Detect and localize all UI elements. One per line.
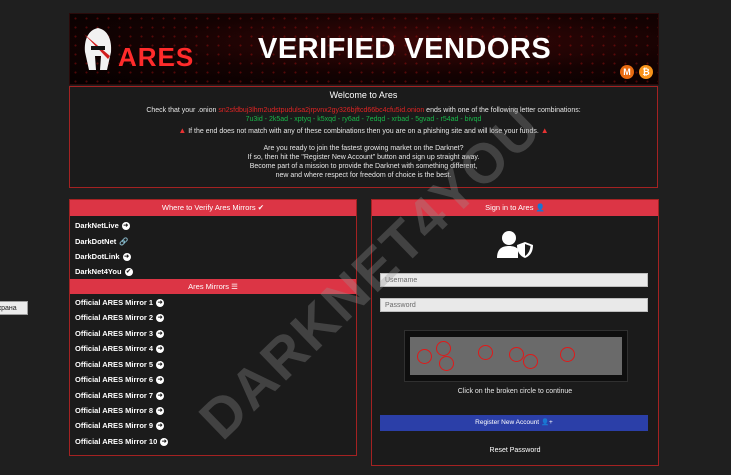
- mirror-link-9[interactable]: Official ARES Mirror 9 ➜: [75, 421, 165, 431]
- arrow-circle-right-icon: ➜: [156, 376, 165, 385]
- warning-icon: ▲: [178, 126, 187, 135]
- welcome-title: Welcome to Ares: [329, 90, 398, 100]
- mirror-label: Official ARES Mirror 3: [75, 329, 154, 338]
- combination-item: 2k5ad -: [268, 116, 295, 123]
- pitch-line-4: new and where respect for freedom of cho…: [275, 172, 452, 179]
- mirror-label: Official ARES Mirror 2: [75, 313, 154, 322]
- arrow-circle-right-icon: ➜: [156, 299, 165, 308]
- mirror-label: Official ARES Mirror 7: [75, 391, 154, 400]
- mirror-label: Official ARES Mirror 5: [75, 360, 154, 369]
- captcha-circle[interactable]: [417, 349, 432, 364]
- pitch-line-3: Become part of a mission to provide the …: [249, 163, 478, 170]
- mirror-link-10[interactable]: Official ARES Mirror 10 ➜: [75, 437, 169, 447]
- password-input[interactable]: Password: [380, 298, 648, 312]
- mirror-link-2[interactable]: Official ARES Mirror 2 ➜: [75, 313, 165, 323]
- mirror-label: Official ARES Mirror 9: [75, 421, 154, 430]
- captcha-circle[interactable]: [478, 345, 493, 360]
- mirror-link-4[interactable]: Official ARES Mirror 4 ➜: [75, 344, 165, 354]
- mirror-link-6[interactable]: Official ARES Mirror 6 ➜: [75, 375, 165, 385]
- arrow-circle-right-icon: ➜: [156, 422, 165, 431]
- check-circle-icon: ✔: [257, 203, 265, 212]
- arrow-circle-right-icon: ➜: [156, 330, 165, 339]
- combination-item: ry6ad -: [342, 116, 366, 123]
- arrow-circle-right-icon: ➜: [156, 407, 165, 416]
- signin-header-label: Sign in to Ares: [485, 203, 534, 212]
- welcome-box: Welcome to Ares Check that your .onion s…: [69, 86, 658, 188]
- captcha-circle[interactable]: [509, 347, 524, 362]
- onion-check-line: Check that your .onion sn2sfdbuj3lhm2uds…: [70, 106, 657, 115]
- combination-item: k5xqd -: [317, 116, 343, 123]
- captcha-image[interactable]: [410, 337, 622, 375]
- arrow-circle-right-icon: ➜: [121, 222, 130, 231]
- verify-link-darknet4you[interactable]: DarkNet4You ✔: [75, 267, 133, 277]
- mirror-label: Official ARES Mirror 4: [75, 344, 154, 353]
- mirror-link-7[interactable]: Official ARES Mirror 7 ➜: [75, 391, 165, 401]
- mirror-link-8[interactable]: Official ARES Mirror 8 ➜: [75, 406, 165, 416]
- combination-item: xptyq -: [294, 116, 318, 123]
- verify-link-label: DarkDotNet: [75, 237, 117, 246]
- reset-password-link[interactable]: Reset Password: [372, 447, 658, 454]
- combination-item: 5gvad -: [415, 116, 441, 123]
- combination-item: 7edqd -: [365, 116, 392, 123]
- register-button[interactable]: Register New Account 👤+: [380, 415, 648, 431]
- verify-link-darkdotlink[interactable]: DarkDotLink ➜: [75, 252, 131, 262]
- arrow-circle-right-icon: ➜: [156, 314, 165, 323]
- verify-link-label: DarkNet4You: [75, 267, 122, 276]
- mirror-link-3[interactable]: Official ARES Mirror 3 ➜: [75, 329, 165, 339]
- logo-text: ARES: [118, 42, 195, 72]
- mirror-label: Official ARES Mirror 1: [75, 298, 154, 307]
- verify-link-darkdotnet[interactable]: DarkDotNet 🔗: [75, 237, 129, 246]
- arrow-circle-right-icon: ➜: [122, 253, 131, 262]
- verify-link-label: DarkDotLink: [75, 252, 120, 261]
- user-plus-icon: 👤+: [540, 419, 553, 426]
- site-banner: ARES VERIFIED VENDORS M ₿: [69, 13, 659, 85]
- check-circle-icon: ✔: [124, 268, 133, 277]
- verify-header-label: Where to Verify Ares Mirrors: [161, 203, 256, 212]
- arrow-circle-right-icon: ➜: [156, 392, 165, 401]
- bitcoin-icon: ₿: [639, 65, 653, 79]
- register-label: Register New Account: [475, 419, 540, 426]
- user-shield-icon: [497, 231, 533, 258]
- page-title: VERIFIED VENDORS: [258, 33, 552, 65]
- spartan-helmet-icon: [84, 28, 112, 70]
- pitch-line-2: If so, then hit the "Register New Accoun…: [247, 154, 480, 161]
- captcha-circle[interactable]: [523, 354, 538, 369]
- captcha-box: [404, 330, 628, 382]
- verify-link-darknetlive[interactable]: DarkNetLive ➜: [75, 221, 130, 231]
- pitch-line-1: Are you ready to join the fastest growin…: [263, 145, 464, 152]
- mirror-link-5[interactable]: Official ARES Mirror 5 ➜: [75, 360, 165, 370]
- combination-item: 7u3id -: [245, 116, 269, 123]
- arrow-circle-right-icon: ➜: [160, 438, 169, 447]
- phishing-warning: ▲ If the end does not match with any of …: [70, 126, 657, 136]
- mirror-link-1[interactable]: Official ARES Mirror 1 ➜: [75, 298, 165, 308]
- captcha-circle[interactable]: [439, 356, 454, 371]
- captcha-circle[interactable]: [560, 347, 575, 362]
- mirror-label: Official ARES Mirror 8: [75, 406, 154, 415]
- arrow-circle-right-icon: ➜: [156, 345, 165, 354]
- arrow-circle-right-icon: ➜: [156, 361, 165, 370]
- captcha-circle[interactable]: [436, 341, 451, 356]
- verify-link-label: DarkNetLive: [75, 221, 119, 230]
- list-icon: ☰: [231, 282, 238, 291]
- mirrors-header-label: Ares Mirrors: [188, 282, 229, 291]
- link-icon: 🔗: [119, 237, 129, 246]
- onion-address: sn2sfdbuj3lhm2udstpudulsa2jrpvnx2gy326bj…: [218, 107, 425, 114]
- check-prefix: Check that your .onion: [146, 107, 217, 114]
- username-input[interactable]: Username: [380, 273, 648, 287]
- combination-list: 7u3id - 2k5ad - xptyq - k5xqd - ry6ad - …: [70, 115, 657, 124]
- verify-header: Where to Verify Ares Mirrors ✔: [70, 200, 356, 216]
- combination-item: r54ad -: [440, 116, 465, 123]
- user-shield-icon: 👤: [535, 203, 545, 212]
- captcha-caption: Click on the broken circle to continue: [457, 388, 573, 395]
- monero-icon: M: [620, 65, 634, 79]
- side-tab[interactable]: крана: [0, 301, 28, 315]
- mirror-label: Official ARES Mirror 10: [75, 437, 158, 446]
- combination-item: xrbad -: [391, 116, 416, 123]
- mirror-label: Official ARES Mirror 6: [75, 375, 154, 384]
